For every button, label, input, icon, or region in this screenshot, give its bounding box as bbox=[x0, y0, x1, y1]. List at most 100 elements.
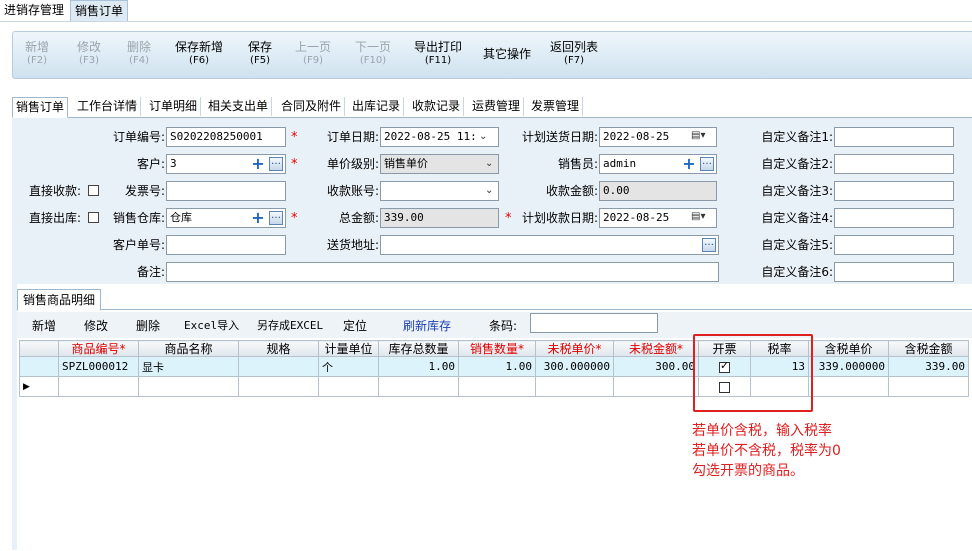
address-input[interactable] bbox=[380, 235, 719, 255]
price-level-select[interactable]: 销售单价 bbox=[380, 154, 499, 174]
col-header[interactable]: 库存总数量 bbox=[378, 340, 459, 357]
custom-remark-4-input[interactable] bbox=[834, 208, 954, 228]
barcode-input[interactable] bbox=[530, 313, 658, 333]
col-header[interactable]: 未税金额* bbox=[613, 340, 699, 357]
direct-out-checkbox[interactable] bbox=[88, 212, 99, 223]
row-header-corner bbox=[19, 340, 59, 357]
col-header[interactable]: 商品名称 bbox=[138, 340, 239, 357]
cell-tax-price[interactable]: 339.000000 bbox=[808, 356, 889, 377]
table-row[interactable]: SPZL000012 显卡 个 1.00 1.00 300.000000 300… bbox=[19, 356, 969, 377]
cell-empty[interactable] bbox=[458, 376, 536, 397]
row-pointer-icon[interactable]: ▶ bbox=[19, 376, 59, 397]
cell-tax-amount[interactable]: 339.00 bbox=[888, 356, 969, 377]
prev-page-button[interactable]: 上一页 (F9) bbox=[295, 41, 331, 67]
cell-spec[interactable] bbox=[238, 356, 319, 377]
cell-qty[interactable]: 1.00 bbox=[458, 356, 536, 377]
direct-receipt-checkbox[interactable] bbox=[88, 185, 99, 196]
calendar-icon[interactable]: ▤▾ bbox=[691, 130, 705, 141]
cell-stock[interactable]: 1.00 bbox=[378, 356, 459, 377]
other-operations-button[interactable]: 其它操作 bbox=[483, 48, 531, 61]
order-form: 订单编号: S0202208250001 * 客户: 3 + … * 直接收款:… bbox=[17, 118, 972, 284]
col-header[interactable]: 含税金额 bbox=[888, 340, 969, 357]
row-header[interactable] bbox=[19, 356, 59, 377]
save-and-new-button[interactable]: 保存新增 (F6) bbox=[175, 41, 223, 67]
direct-receipt-label: 直接收款: bbox=[28, 184, 81, 198]
warehouse-input[interactable]: 仓库 bbox=[166, 208, 286, 228]
calendar-icon[interactable]: ▤▾ bbox=[691, 211, 705, 222]
new-button[interactable]: 新增 (F2) bbox=[25, 41, 49, 67]
tab-sales-order[interactable]: 销售订单 bbox=[70, 0, 129, 21]
table-row-new[interactable]: ▶ bbox=[19, 376, 969, 397]
back-to-list-button[interactable]: 返回列表 (F7) bbox=[550, 41, 598, 67]
cell-unit[interactable]: 个 bbox=[318, 356, 379, 377]
chevron-down-icon[interactable]: ⌄ bbox=[485, 185, 493, 196]
select-customer-icon[interactable]: … bbox=[269, 157, 283, 171]
col-header[interactable]: 计量单位 bbox=[318, 340, 379, 357]
col-header[interactable]: 含税单价 bbox=[808, 340, 889, 357]
add-warehouse-icon[interactable]: + bbox=[251, 210, 265, 226]
grid-edit-button[interactable]: 修改 bbox=[84, 317, 108, 334]
custom-remark-1-input[interactable] bbox=[834, 127, 954, 147]
tab-freight-management[interactable]: 运费管理 bbox=[469, 97, 525, 116]
cell-empty[interactable] bbox=[58, 376, 139, 397]
locate-button[interactable]: 定位 bbox=[343, 317, 367, 334]
col-header[interactable]: 未税单价* bbox=[535, 340, 614, 357]
invoice-no-input[interactable] bbox=[166, 181, 286, 201]
custom-remark-6-input[interactable] bbox=[834, 262, 954, 282]
cell-empty[interactable] bbox=[378, 376, 459, 397]
edit-button[interactable]: 修改 (F3) bbox=[77, 41, 101, 67]
customer-no-input[interactable] bbox=[166, 235, 286, 255]
select-salesperson-icon[interactable]: … bbox=[700, 157, 714, 171]
refresh-stock-button[interactable]: 刷新库存 bbox=[403, 317, 451, 334]
add-salesperson-icon[interactable]: + bbox=[682, 156, 696, 172]
cell-empty[interactable] bbox=[613, 376, 699, 397]
chevron-down-icon[interactable]: ⌄ bbox=[479, 131, 487, 142]
export-print-button[interactable]: 导出打印 (F11) bbox=[414, 41, 462, 67]
custom-remark-5-input[interactable] bbox=[834, 235, 954, 255]
tab-workbench-detail[interactable]: 工作台详情 bbox=[74, 97, 142, 116]
select-warehouse-icon[interactable]: … bbox=[269, 211, 283, 225]
excel-import-button[interactable]: Excel导入 bbox=[184, 317, 239, 333]
save-as-excel-button[interactable]: 另存成EXCEL bbox=[257, 317, 323, 333]
cell-empty[interactable] bbox=[888, 376, 969, 397]
grid-delete-button[interactable]: 删除 bbox=[136, 317, 160, 334]
warehouse-label: 销售仓库: bbox=[112, 211, 165, 225]
tab-outbound-records[interactable]: 出库记录 bbox=[349, 97, 405, 116]
tab-related-expenses[interactable]: 相关支出单 bbox=[205, 97, 273, 116]
tab-receipt-records[interactable]: 收款记录 bbox=[409, 97, 465, 116]
cell-code[interactable]: SPZL000012 bbox=[58, 356, 139, 377]
receipt-account-select[interactable] bbox=[380, 181, 499, 201]
add-customer-icon[interactable]: + bbox=[251, 156, 265, 172]
customer-input[interactable]: 3 bbox=[166, 154, 286, 174]
tab-invoice-management[interactable]: 发票管理 bbox=[528, 97, 584, 116]
cell-empty[interactable] bbox=[808, 376, 889, 397]
remark-label: 备注: bbox=[136, 265, 165, 279]
cell-price[interactable]: 300.000000 bbox=[535, 356, 614, 377]
col-header[interactable]: 销售数量* bbox=[458, 340, 536, 357]
tab-sales-items[interactable]: 销售商品明细 bbox=[17, 289, 102, 311]
cell-empty[interactable] bbox=[138, 376, 239, 397]
custom-remark-3-input[interactable] bbox=[834, 181, 954, 201]
cell-empty[interactable] bbox=[535, 376, 614, 397]
save-button[interactable]: 保存 (F5) bbox=[248, 41, 272, 67]
delete-button[interactable]: 删除 (F4) bbox=[127, 41, 151, 67]
cell-empty[interactable] bbox=[238, 376, 319, 397]
tab-sales-order-detail[interactable]: 销售订单 bbox=[12, 97, 69, 118]
cell-name[interactable]: 显卡 bbox=[138, 356, 239, 377]
cell-empty[interactable] bbox=[318, 376, 379, 397]
tab-order-items[interactable]: 订单明细 bbox=[146, 97, 202, 116]
order-no-label: 订单编号: bbox=[112, 130, 165, 144]
cell-amount[interactable]: 300.00 bbox=[613, 356, 699, 377]
col-header[interactable]: 规格 bbox=[238, 340, 319, 357]
col-header[interactable]: 商品编号* bbox=[58, 340, 139, 357]
tab-inventory-management[interactable]: 进销存管理 bbox=[0, 0, 68, 20]
remark-input[interactable] bbox=[166, 262, 719, 282]
next-page-button[interactable]: 下一页 (F10) bbox=[355, 41, 391, 67]
select-address-icon[interactable]: … bbox=[702, 238, 716, 252]
order-no-input[interactable]: S0202208250001 bbox=[166, 127, 286, 147]
order-date-label: 订单日期: bbox=[326, 130, 379, 144]
custom-remark-2-input[interactable] bbox=[834, 154, 954, 174]
chevron-down-icon[interactable]: ⌄ bbox=[485, 158, 493, 169]
tab-contracts-attachments[interactable]: 合同及附件 bbox=[278, 97, 346, 116]
grid-new-button[interactable]: 新增 bbox=[32, 317, 56, 334]
